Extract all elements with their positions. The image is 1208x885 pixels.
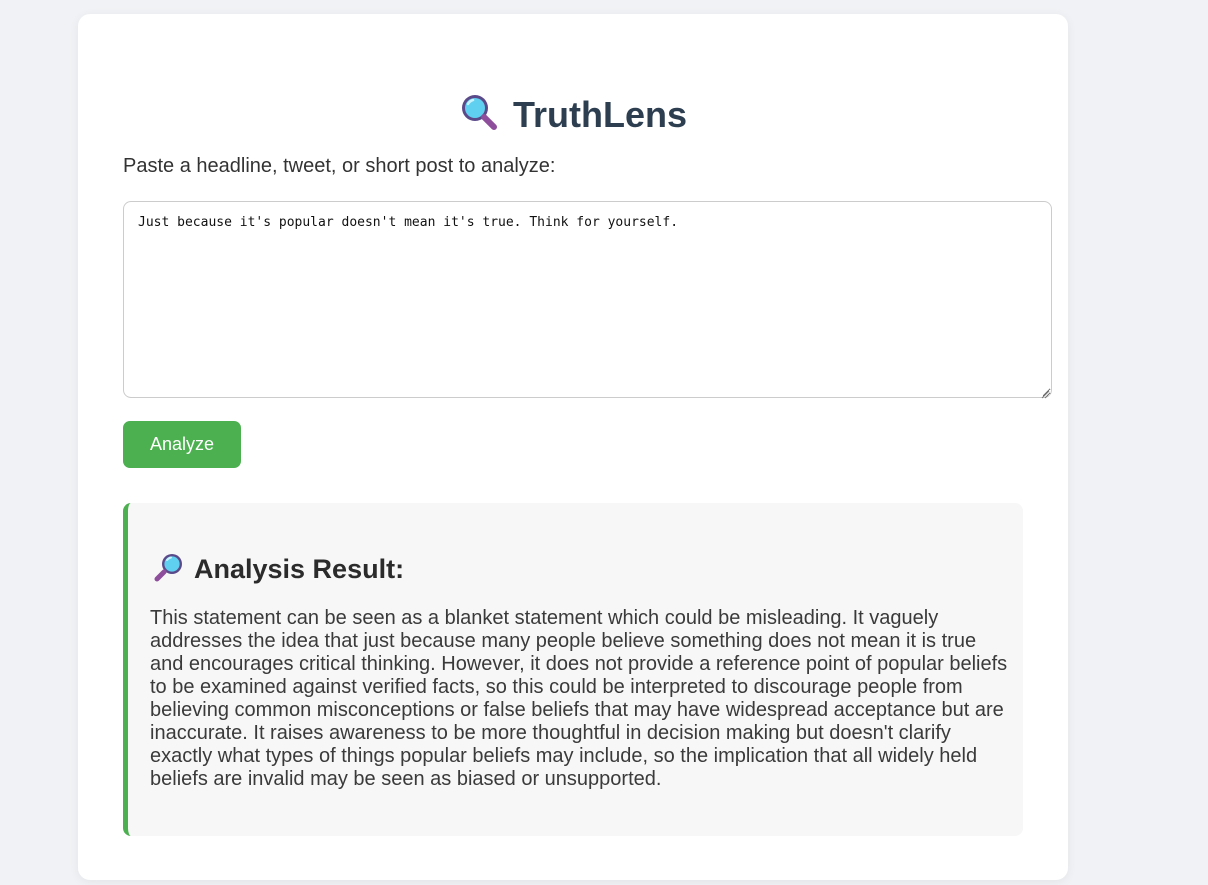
resize-handle-icon[interactable]: [1040, 386, 1050, 399]
main-card: TruthLens Paste a headline, tweet, or sh…: [78, 14, 1068, 880]
result-title: Analysis Result:: [194, 554, 405, 584]
magnifying-glass-right-icon: [153, 551, 185, 588]
analysis-result-panel: Analysis Result: This statement can be s…: [123, 503, 1023, 836]
app-title: TruthLens: [512, 93, 687, 135]
magnifying-glass-icon: [459, 92, 499, 137]
input-label: Paste a headline, tweet, or short post t…: [123, 155, 556, 177]
post-input[interactable]: [123, 201, 1052, 398]
header: TruthLens: [78, 92, 1068, 137]
analyze-button[interactable]: Analyze: [123, 421, 241, 468]
result-heading: Analysis Result:: [153, 551, 404, 588]
result-text: This statement can be seen as a blanket …: [150, 607, 1008, 790]
